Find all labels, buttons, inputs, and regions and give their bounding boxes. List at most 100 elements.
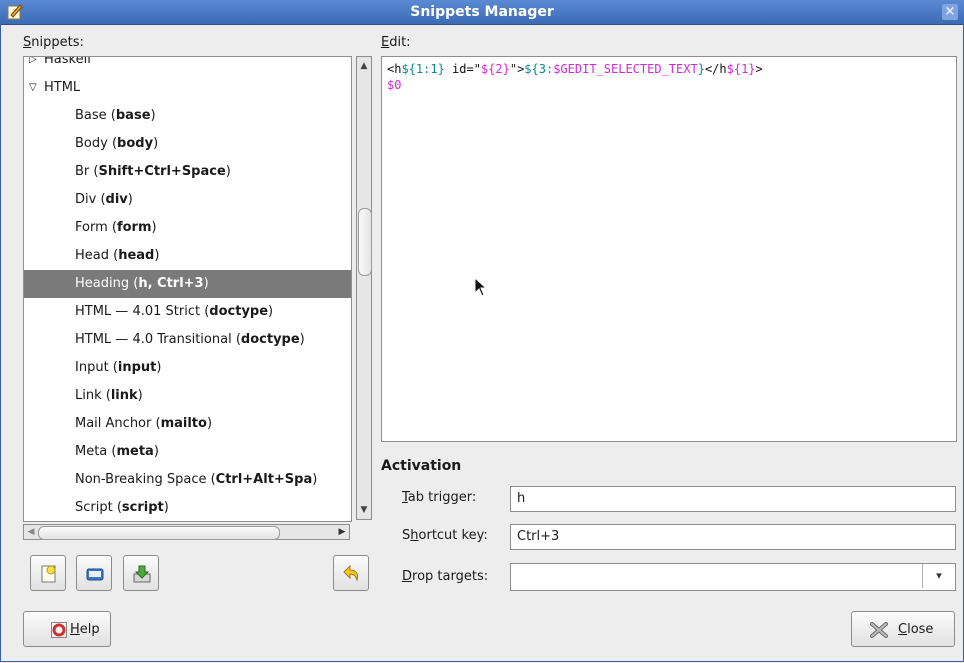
help-label: Help xyxy=(70,622,100,637)
drop-targets-combo[interactable]: ▾ xyxy=(510,563,956,591)
scroll-up-icon[interactable]: ▲ xyxy=(357,59,371,73)
tree-rows: ▷ Haskell ▽ HTML Base (base) Body (body) Br (S… xyxy=(24,56,351,521)
snippets-tree[interactable]: ▷ Haskell ▽ HTML Base (base) Body (body) Br (S… xyxy=(23,56,352,522)
snippet-name: Input ( xyxy=(75,360,118,375)
snippet-trigger: link xyxy=(110,388,138,403)
tree-snippet-row[interactable]: Body (body) xyxy=(24,130,351,158)
scroll-down-icon[interactable]: ▼ xyxy=(357,503,371,517)
tree-snippet-label: Br (Shift+Ctrl+Space) xyxy=(75,164,231,179)
editor-line-2: $0 xyxy=(387,78,402,92)
editor-token: "> xyxy=(509,62,525,76)
snippet-trigger: doctype xyxy=(240,332,300,347)
tree-snippet-row[interactable]: HTML — 4.01 Strict (doctype) xyxy=(24,298,351,326)
snippet-trigger: base xyxy=(115,108,151,123)
tree-group-row[interactable]: ▷ Haskell xyxy=(24,56,351,74)
tree-snippet-row[interactable]: Heading (h, Ctrl+3) xyxy=(24,270,351,298)
export-icon xyxy=(132,564,152,584)
tree-snippet-label: Form (form) xyxy=(75,220,157,235)
close-button[interactable]: Close xyxy=(851,611,955,647)
revert-icon xyxy=(342,564,362,584)
tree-snippet-row[interactable]: Script (script) xyxy=(24,494,351,521)
mouse-cursor-icon xyxy=(474,277,488,297)
tab-trigger-input[interactable]: h xyxy=(510,486,956,512)
snippet-trigger: h, Ctrl+3 xyxy=(138,276,204,291)
tree-snippet-label: Base (base) xyxy=(75,108,156,123)
editor-token: > xyxy=(755,62,763,76)
tree-snippet-row[interactable]: Link (link) xyxy=(24,382,351,410)
close-window-icon[interactable]: × xyxy=(942,4,958,20)
shortcut-key-input[interactable]: Ctrl+3 xyxy=(510,524,956,550)
tree-snippet-row[interactable]: Form (form) xyxy=(24,214,351,242)
tree-snippet-label: Script (script) xyxy=(75,500,169,515)
snippet-trigger: script xyxy=(121,500,164,515)
export-snippets-button[interactable] xyxy=(123,555,159,591)
tree-snippet-row[interactable]: Meta (meta) xyxy=(24,438,351,466)
snippet-name: Form ( xyxy=(75,220,117,235)
snippet-name: Non-Breaking Space ( xyxy=(75,472,216,487)
editor-token: ${3: xyxy=(524,62,554,76)
editor-token: } xyxy=(697,62,705,76)
tree-horizontal-scrollbar[interactable]: ◀ ▶ xyxy=(23,524,350,540)
tree-snippet-row[interactable]: Input (input) xyxy=(24,354,351,382)
scroll-right-icon[interactable]: ▶ xyxy=(336,525,348,539)
editor-token: id=" xyxy=(444,62,481,76)
tree-snippet-label: Meta (meta) xyxy=(75,444,159,459)
tree-snippet-label: Non-Breaking Space (Ctrl+Alt+Spa) xyxy=(75,472,318,487)
snippet-name: Link ( xyxy=(75,388,111,403)
snippet-name: HTML — 4.0 Transitional ( xyxy=(75,332,241,347)
tree-group-label: HTML xyxy=(44,80,81,95)
editor-token: ${1:1} xyxy=(401,62,445,76)
scroll-left-icon[interactable]: ◀ xyxy=(25,525,37,539)
editor-token: ${1} xyxy=(726,62,756,76)
tree-snippet-label: Mail Anchor (mailto) xyxy=(75,416,213,431)
tree-snippet-row[interactable]: Br (Shift+Ctrl+Space) xyxy=(24,158,351,186)
tree-snippet-label: HTML — 4.01 Strict (doctype) xyxy=(75,304,274,319)
scrollbar-thumb[interactable] xyxy=(38,526,280,540)
close-icon xyxy=(870,622,888,642)
tree-snippet-row[interactable]: Non-Breaking Space (Ctrl+Alt+Spa) xyxy=(24,466,351,494)
snippet-editor[interactable]: <h${1:1} id="${2}">${3:$GEDIT_SELECTED_T… xyxy=(381,56,957,442)
editor-token: <h xyxy=(387,62,402,76)
snippet-name: Heading ( xyxy=(75,276,139,291)
tree-snippet-row[interactable]: HTML — 4.0 Transitional (doctype) xyxy=(24,326,351,354)
help-icon xyxy=(51,622,67,642)
tree-snippet-row[interactable]: Div (div) xyxy=(24,186,351,214)
editor-line-1: <h${1:1} id="${2}">${3:$GEDIT_SELECTED_T… xyxy=(387,62,763,76)
snippet-trigger: div xyxy=(105,192,128,207)
tree-snippet-row[interactable]: Mail Anchor (mailto) xyxy=(24,410,351,438)
tree-snippet-row[interactable]: Base (base) xyxy=(24,102,351,130)
tree-snippet-row[interactable]: Head (head) xyxy=(24,242,351,270)
chevron-down-icon[interactable]: ▾ xyxy=(922,564,955,588)
new-snippet-button[interactable] xyxy=(30,555,66,591)
snippet-name: Head ( xyxy=(75,248,119,263)
tree-snippet-label: Input (input) xyxy=(75,360,162,375)
tree-vertical-scrollbar[interactable]: ▲ ▼ xyxy=(356,56,372,520)
snippet-name: Mail Anchor ( xyxy=(75,416,161,431)
tree-group-row[interactable]: ▽ HTML xyxy=(24,74,351,102)
expand-triangle-icon[interactable]: ▷ xyxy=(29,57,41,74)
collapse-triangle-icon[interactable]: ▽ xyxy=(29,74,41,102)
scrollbar-thumb[interactable] xyxy=(358,208,372,276)
snippet-trigger: Shift+Ctrl+Space xyxy=(98,164,226,179)
tree-snippet-label: Div (div) xyxy=(75,192,133,207)
tree-group-label: Haskell xyxy=(44,56,91,67)
title-bar: Snippets Manager × xyxy=(0,0,964,25)
revert-snippet-button[interactable] xyxy=(333,555,369,591)
snippet-trigger: head xyxy=(118,248,155,263)
snippets-label: Snippets: xyxy=(23,35,84,50)
snippet-trigger: input xyxy=(117,360,157,375)
window-title: Snippets Manager xyxy=(410,4,554,20)
import-icon xyxy=(85,564,105,584)
close-label: Close xyxy=(898,622,934,637)
snippet-name: HTML — 4.01 Strict ( xyxy=(75,304,210,319)
help-button[interactable]: Help xyxy=(23,611,111,647)
tree-snippet-label: HTML — 4.0 Transitional (doctype) xyxy=(75,332,305,347)
tree-snippet-label: Heading (h, Ctrl+3) xyxy=(75,276,209,291)
editor-token: $GEDIT_SELECTED_TEXT xyxy=(553,62,698,76)
snippet-name: Body ( xyxy=(75,136,118,151)
new-icon xyxy=(39,564,59,584)
snippet-trigger: body xyxy=(117,136,154,151)
import-snippets-button[interactable] xyxy=(76,555,112,591)
editor-token: </h xyxy=(704,62,727,76)
tree-snippet-label: Link (link) xyxy=(75,388,143,403)
